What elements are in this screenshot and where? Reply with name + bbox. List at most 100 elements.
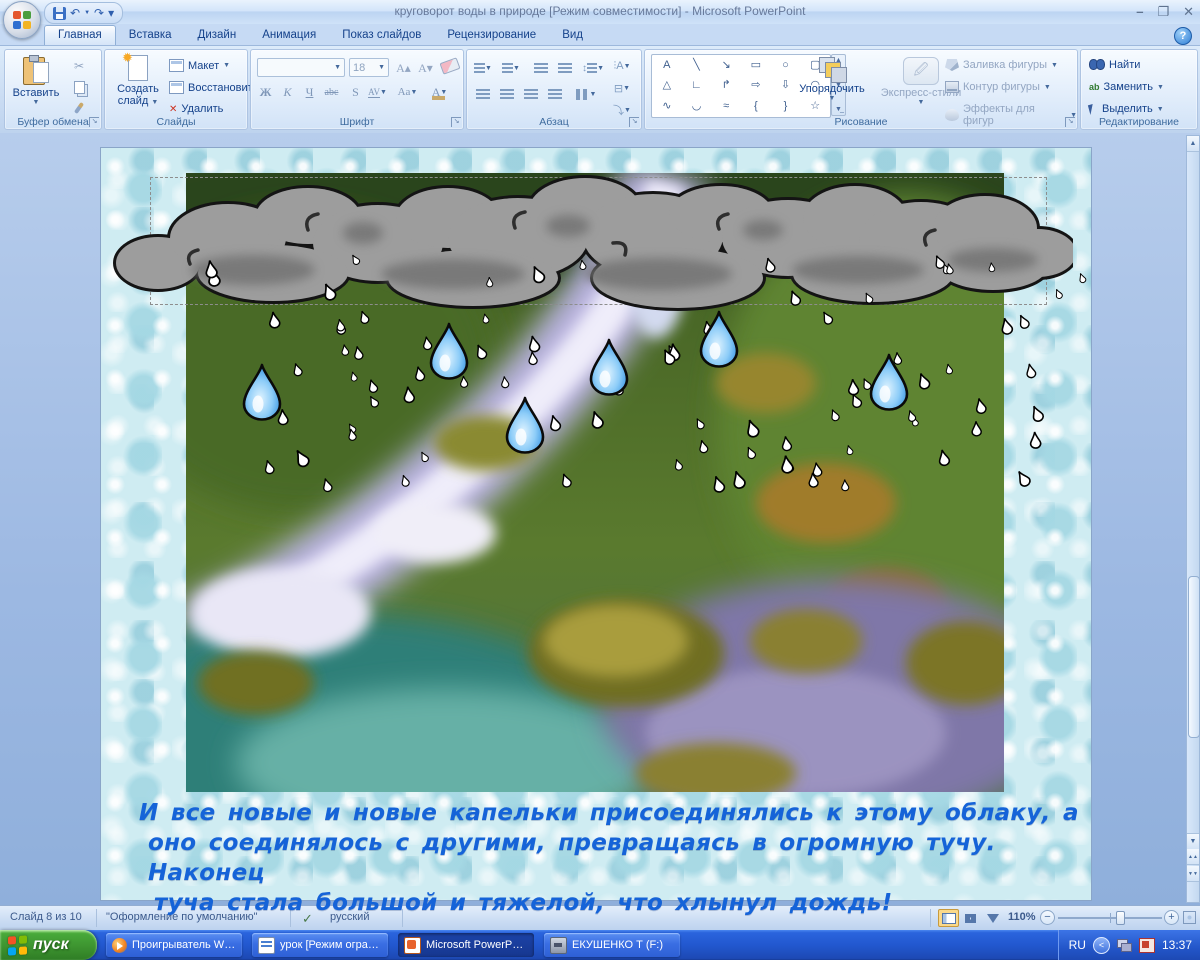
line-spacing-button[interactable]: ↕▼ bbox=[582, 58, 604, 78]
shape-icon[interactable]: ∟ bbox=[691, 80, 702, 91]
shape-icon[interactable]: ↱ bbox=[722, 80, 731, 91]
italic-button[interactable]: К bbox=[277, 82, 298, 102]
slide-canvas[interactable]: И все новые и новые капельки присоединял… bbox=[100, 147, 1092, 901]
ribbon-tabs: Главная Вставка Дизайн Анимация Показ сл… bbox=[0, 24, 1200, 46]
clear-formatting-button[interactable] bbox=[439, 56, 460, 76]
tab-pokaz-slaidov[interactable]: Показ слайдов bbox=[329, 26, 434, 45]
replace-button[interactable]: ab Заменить▼ bbox=[1089, 81, 1164, 93]
scroll-thumb[interactable] bbox=[1188, 576, 1200, 738]
shape-icon[interactable]: ◡ bbox=[692, 101, 702, 112]
decrease-indent-button[interactable] bbox=[530, 58, 552, 78]
shape-icon[interactable]: ∿ bbox=[662, 101, 671, 112]
window-controls: – ❐ ✕ bbox=[1136, 4, 1194, 20]
save-icon[interactable] bbox=[53, 7, 66, 20]
shape-icon[interactable]: { bbox=[754, 101, 758, 112]
align-right-button[interactable] bbox=[520, 84, 542, 104]
tab-vid[interactable]: Вид bbox=[549, 26, 596, 45]
change-case-button[interactable]: Aa▼ bbox=[397, 82, 418, 102]
paste-button[interactable]: Вставить ▼ bbox=[9, 55, 63, 106]
reset-slide-button[interactable]: Восстановить bbox=[169, 81, 258, 94]
clipboard-dialog-launcher[interactable]: ↘ bbox=[89, 117, 99, 127]
find-button[interactable]: Найти bbox=[1089, 59, 1140, 71]
hide-icons-chevron-icon[interactable]: < bbox=[1093, 937, 1110, 954]
delete-slide-button[interactable]: ✕ Удалить bbox=[169, 103, 223, 115]
shape-icon[interactable]: △ bbox=[663, 80, 671, 91]
layout-button[interactable]: Макет▼ bbox=[169, 59, 230, 72]
taskbar: пуск Проигрыватель Win... урок [Режим ог… bbox=[0, 930, 1200, 960]
zoom-in-button[interactable]: + bbox=[1164, 910, 1179, 925]
tab-animaciya[interactable]: Анимация bbox=[249, 26, 329, 45]
columns-button[interactable]: ▼ bbox=[575, 84, 597, 104]
shape-icon[interactable]: } bbox=[784, 101, 788, 112]
title-bar: круговорот воды в природе [Режим совмест… bbox=[0, 0, 1200, 25]
char-spacing-button[interactable]: AV▼ bbox=[367, 82, 388, 102]
drawing-dialog-launcher[interactable]: ↘ bbox=[1065, 117, 1075, 127]
powerpoint-window: круговорот воды в природе [Режим совмест… bbox=[0, 0, 1200, 960]
taskbar-task-drive[interactable]: ЕКУШЕНКО Т (F:) bbox=[544, 933, 680, 957]
paragraph-dialog-launcher[interactable]: ↘ bbox=[629, 117, 639, 127]
restore-button[interactable]: ❐ bbox=[1157, 4, 1169, 20]
language-badge[interactable]: RU bbox=[1069, 938, 1086, 952]
qat-customize-icon[interactable]: ▾ bbox=[108, 4, 114, 22]
scroll-up-button[interactable]: ▲ bbox=[1187, 136, 1199, 152]
underline-button[interactable]: Ч bbox=[299, 82, 320, 102]
vertical-scrollbar[interactable]: ▲ ▼ ▲▲ ▼▼ bbox=[1186, 135, 1200, 903]
tab-glavnaya[interactable]: Главная bbox=[44, 25, 116, 45]
shape-outline-button[interactable]: Контур фигуры▼ bbox=[945, 81, 1051, 93]
tab-recenzirovanie[interactable]: Рецензирование bbox=[434, 26, 549, 45]
shape-fill-button[interactable]: Заливка фигуры▼ bbox=[945, 59, 1058, 71]
shape-icon[interactable]: ↘ bbox=[722, 60, 731, 71]
paste-icon bbox=[23, 55, 49, 85]
font-dialog-launcher[interactable]: ↘ bbox=[451, 117, 461, 127]
font-size-combo[interactable]: 18▼ bbox=[349, 58, 389, 77]
undo-button[interactable]: ↶ bbox=[70, 4, 80, 22]
align-center-button[interactable] bbox=[496, 84, 518, 104]
bullets-button[interactable]: ▼ bbox=[472, 58, 494, 78]
shape-icon[interactable]: ▭ bbox=[751, 60, 761, 71]
justify-button[interactable] bbox=[544, 84, 566, 104]
fit-to-window-button[interactable] bbox=[1183, 911, 1196, 924]
scroll-down-button[interactable]: ▼ bbox=[1187, 833, 1199, 850]
font-name-combo[interactable]: ▼ bbox=[257, 58, 345, 77]
shape-icon[interactable]: ≈ bbox=[723, 101, 729, 112]
shape-icon[interactable]: ☆ bbox=[810, 101, 820, 112]
text-direction-button[interactable]: ⫶A▼ bbox=[611, 56, 633, 76]
minimize-button[interactable]: – bbox=[1136, 4, 1143, 20]
help-button[interactable]: ? bbox=[1174, 27, 1192, 45]
taskbar-task-word[interactable]: урок [Режим ограни... bbox=[252, 933, 388, 957]
next-slide-button[interactable]: ▼▼ bbox=[1187, 866, 1199, 882]
format-painter-icon[interactable] bbox=[71, 100, 87, 116]
align-left-button[interactable] bbox=[472, 84, 494, 104]
copy-icon[interactable] bbox=[71, 79, 87, 95]
text-shadow-button[interactable]: S bbox=[345, 82, 366, 102]
office-button[interactable] bbox=[3, 1, 41, 39]
font-color-button[interactable]: А▼ bbox=[429, 82, 450, 102]
new-slide-button[interactable]: ✹ Создать слайд ▼ bbox=[111, 55, 165, 107]
strikethrough-button[interactable]: abc bbox=[321, 82, 342, 102]
numbering-button[interactable]: ▼ bbox=[500, 58, 522, 78]
increase-indent-button[interactable] bbox=[554, 58, 576, 78]
redo-button[interactable]: ↷ bbox=[94, 4, 104, 22]
taskbar-task-powerpoint[interactable]: Microsoft PowerPoint ... bbox=[398, 933, 534, 957]
shrink-font-button[interactable]: А▾ bbox=[415, 58, 436, 78]
network-tray-icon[interactable] bbox=[1117, 939, 1132, 952]
tab-dizain[interactable]: Дизайн bbox=[185, 26, 250, 45]
grow-font-button[interactable]: А▴ bbox=[393, 58, 414, 78]
undo-dropdown-icon[interactable]: ▼ bbox=[84, 4, 90, 22]
cut-icon[interactable]: ✂ bbox=[71, 58, 87, 74]
shape-icon[interactable]: A bbox=[663, 60, 670, 71]
start-button[interactable]: пуск bbox=[0, 930, 97, 960]
previous-slide-button[interactable]: ▲▲ bbox=[1187, 849, 1199, 865]
close-button[interactable]: ✕ bbox=[1183, 4, 1194, 20]
taskbar-task-wmp[interactable]: Проигрыватель Win... bbox=[106, 933, 242, 957]
app-tray-icon[interactable] bbox=[1139, 938, 1155, 953]
align-text-button[interactable]: ⊟▼ bbox=[611, 78, 633, 98]
select-button[interactable]: Выделить▼ bbox=[1089, 103, 1164, 115]
shape-icon[interactable]: ⇨ bbox=[751, 80, 760, 91]
slide-text-block[interactable]: И все новые и новые капельки присоединял… bbox=[139, 798, 1079, 918]
arrange-button[interactable]: Упорядочить ▼ bbox=[787, 57, 877, 102]
tab-vstavka[interactable]: Вставка bbox=[116, 26, 185, 45]
bold-button[interactable]: Ж bbox=[255, 82, 276, 102]
shape-icon[interactable]: ╲ bbox=[693, 60, 700, 71]
zoom-slider-thumb[interactable] bbox=[1116, 911, 1125, 925]
